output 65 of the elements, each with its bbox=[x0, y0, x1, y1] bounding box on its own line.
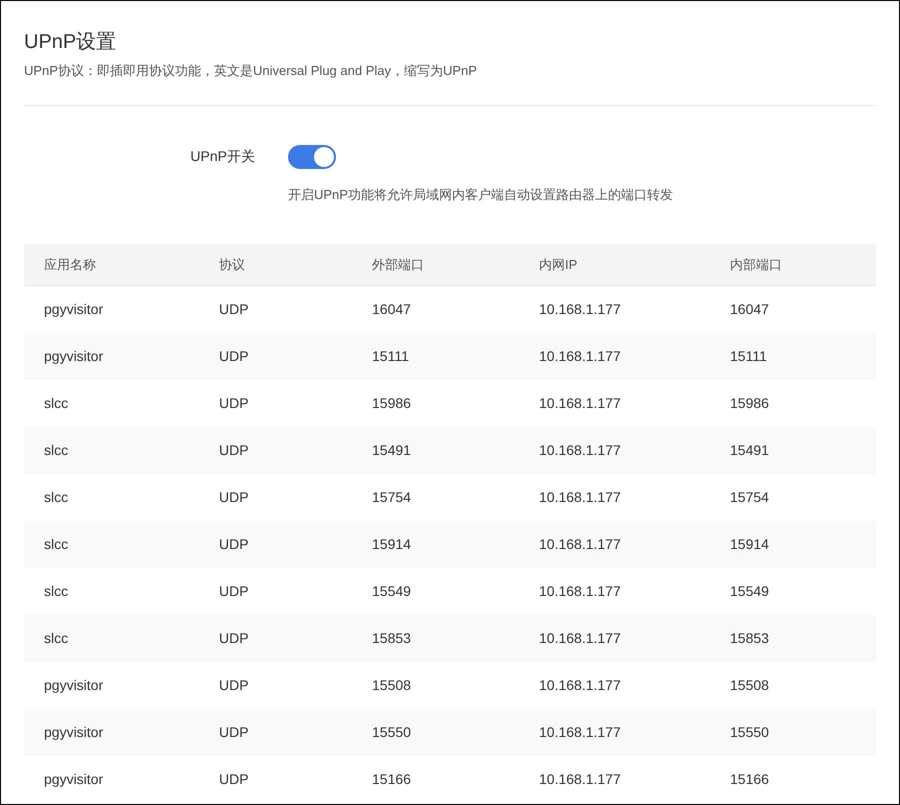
table-cell: UDP bbox=[219, 348, 249, 364]
table-cell: pgyvisitor bbox=[44, 348, 104, 364]
table-cell: 15166 bbox=[372, 770, 411, 786]
table-cell: UDP bbox=[219, 582, 249, 598]
column-header: 外部端口 bbox=[372, 256, 424, 272]
page-description: UPnP协议：即插即用协议功能，英文是Universal Plug and Play，缩写为UPnP bbox=[24, 62, 477, 80]
table-cell: 10.168.1.177 bbox=[539, 676, 621, 692]
table-cell: 15491 bbox=[372, 442, 411, 458]
table-cell: pgyvisitor bbox=[44, 724, 104, 740]
table-cell: 15549 bbox=[372, 582, 411, 598]
table-cell: 15111 bbox=[730, 348, 767, 364]
switch-hint: 开启UPnP功能将允许局域网内客户端自动设置路由器上的端口转发 bbox=[288, 186, 673, 204]
table-cell: 15754 bbox=[730, 488, 769, 504]
table-cell: slcc bbox=[44, 536, 68, 552]
table-cell: 15549 bbox=[730, 582, 769, 598]
table-cell: 10.168.1.177 bbox=[539, 394, 621, 410]
table-cell: slcc bbox=[44, 442, 68, 458]
table-cell: UDP bbox=[219, 536, 249, 552]
table-cell: 15986 bbox=[372, 394, 411, 410]
table-cell: 15111 bbox=[372, 348, 409, 364]
table-cell: 10.168.1.177 bbox=[539, 724, 621, 740]
table-cell: 10.168.1.177 bbox=[539, 488, 621, 504]
table-cell: slcc bbox=[44, 394, 68, 410]
table-cell: slcc bbox=[44, 488, 68, 504]
table-cell: pgyvisitor bbox=[44, 676, 104, 692]
table-cell: 15550 bbox=[372, 724, 411, 740]
table-cell: pgyvisitor bbox=[44, 300, 104, 316]
column-header: 内部端口 bbox=[730, 256, 782, 272]
table-cell: 10.168.1.177 bbox=[539, 300, 621, 316]
table-cell: UDP bbox=[219, 724, 249, 740]
table-cell: 15914 bbox=[372, 536, 411, 552]
table-cell: 15986 bbox=[730, 394, 769, 410]
table-cell: UDP bbox=[219, 676, 249, 692]
table-cell: 16047 bbox=[730, 300, 769, 316]
table-cell: 16047 bbox=[372, 300, 411, 316]
table-cell: 10.168.1.177 bbox=[539, 442, 621, 458]
table-cell: UDP bbox=[219, 770, 249, 786]
table-cell: 15508 bbox=[730, 676, 769, 692]
table-cell: 15914 bbox=[730, 536, 769, 552]
table-cell: pgyvisitor bbox=[44, 770, 104, 786]
table-cell: 15166 bbox=[730, 770, 769, 786]
table-cell: slcc bbox=[44, 630, 68, 646]
table-cell: 10.168.1.177 bbox=[539, 582, 621, 598]
table-cell: 10.168.1.177 bbox=[539, 536, 621, 552]
upnp-toggle[interactable] bbox=[288, 144, 336, 168]
table-cell: 15550 bbox=[730, 724, 769, 740]
column-header: 内网IP bbox=[539, 256, 578, 272]
table-cell: UDP bbox=[219, 488, 249, 504]
column-header: 协议 bbox=[219, 256, 245, 272]
table-cell: 10.168.1.177 bbox=[539, 770, 621, 786]
table-cell: 15853 bbox=[730, 630, 769, 646]
table-cell: UDP bbox=[219, 394, 249, 410]
table-cell: 15754 bbox=[372, 488, 411, 504]
table-cell: 15853 bbox=[372, 630, 411, 646]
table-cell: 10.168.1.177 bbox=[539, 348, 621, 364]
switch-label: UPnP开关 bbox=[190, 147, 255, 166]
table-cell: 10.168.1.177 bbox=[539, 630, 621, 646]
column-header: 应用名称 bbox=[44, 256, 96, 272]
page-title: UPnP设置 bbox=[24, 30, 116, 55]
table-cell: slcc bbox=[44, 582, 68, 598]
table-cell: 15508 bbox=[372, 676, 411, 692]
table-cell: UDP bbox=[219, 300, 249, 316]
table-cell: 15491 bbox=[730, 442, 769, 458]
table-cell: UDP bbox=[219, 630, 249, 646]
table-cell: UDP bbox=[219, 442, 249, 458]
